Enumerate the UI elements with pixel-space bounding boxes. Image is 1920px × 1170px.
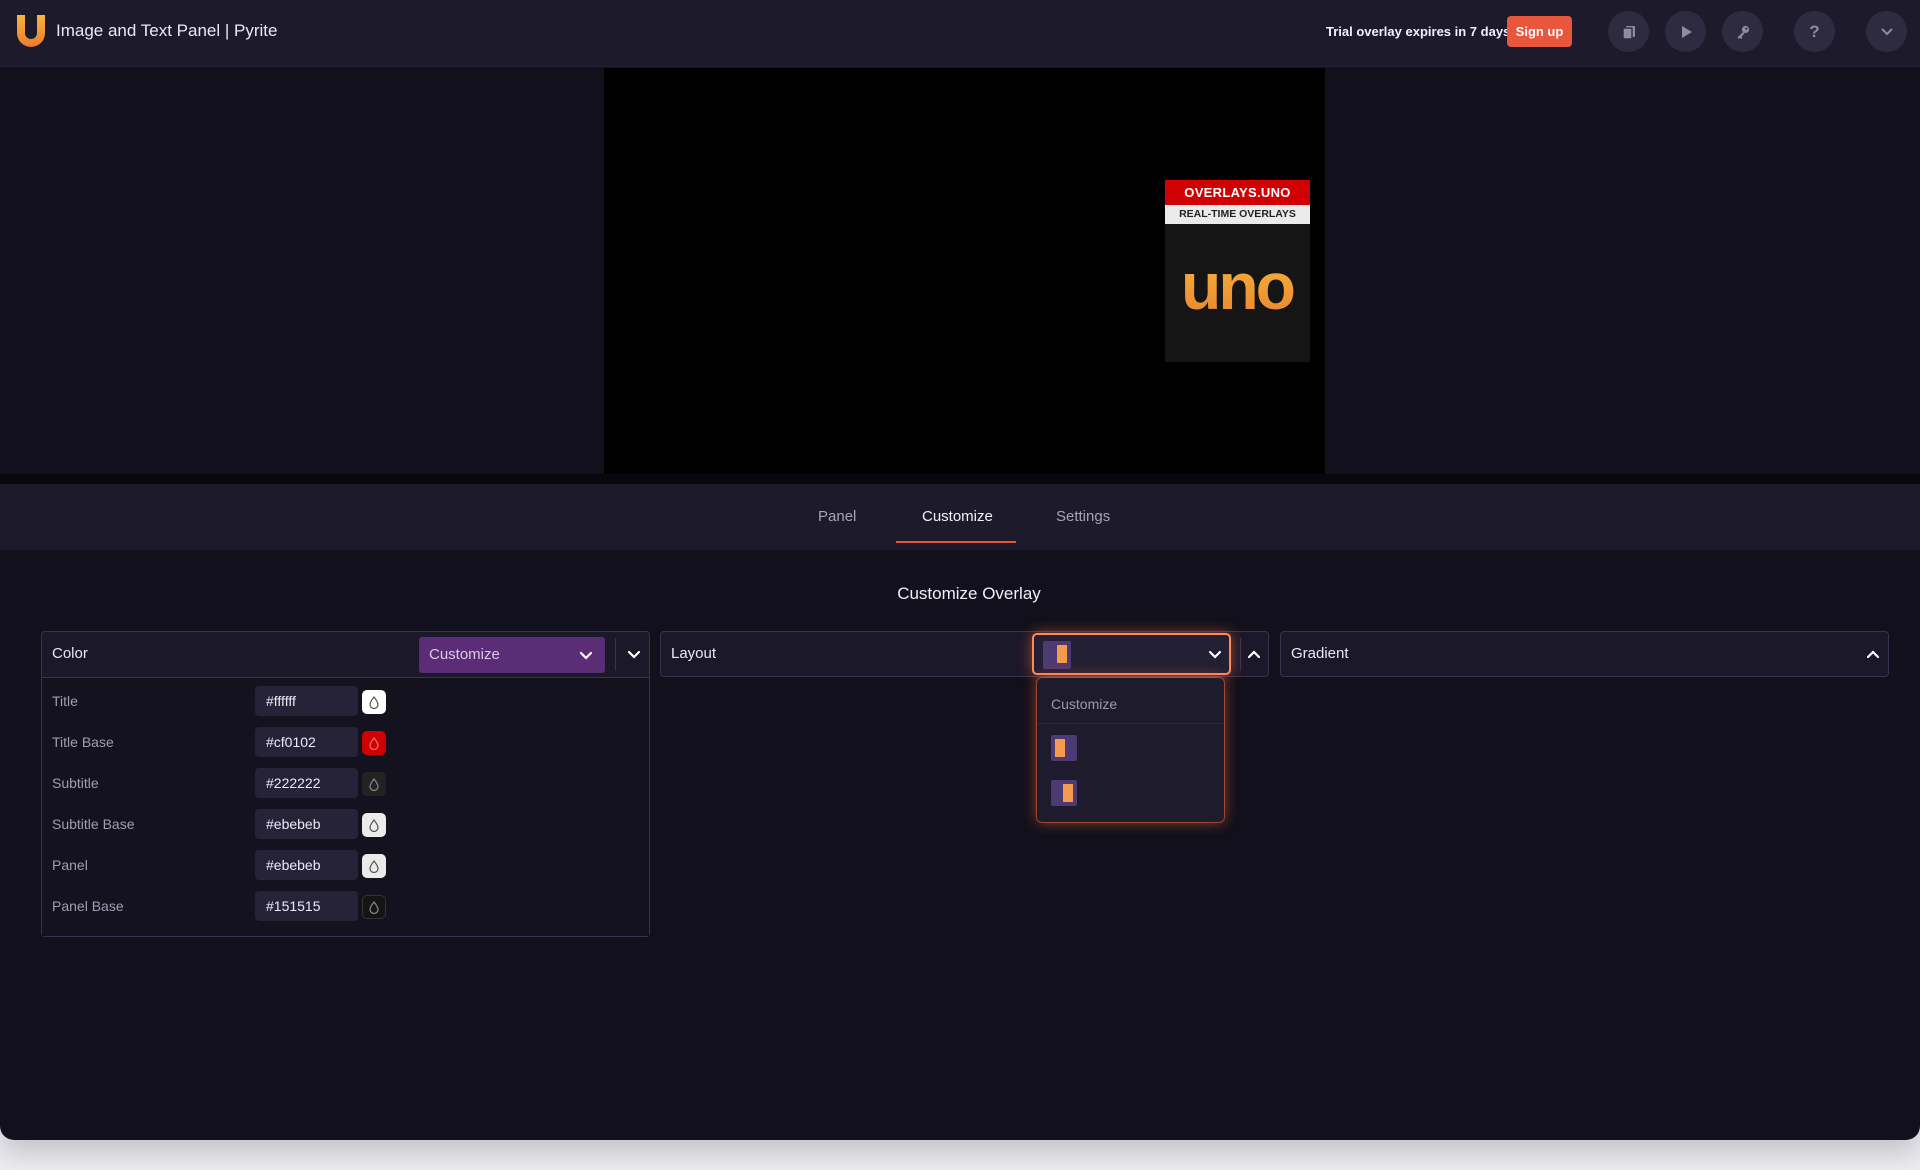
gradient-panel[interactable]: Gradient	[1280, 631, 1889, 677]
chevron-up-icon[interactable]	[1247, 650, 1261, 659]
chevron-down-icon[interactable]	[627, 650, 641, 659]
title-base-color-input[interactable]: #cf0102	[255, 727, 358, 757]
panel-base-color-input[interactable]: #151515	[255, 891, 358, 921]
tab-customize[interactable]: Customize	[922, 508, 993, 525]
preview-area: OVERLAYS.UNO REAL-TIME OVERLAYS uno	[0, 68, 1920, 474]
color-row-label: Panel	[52, 857, 88, 873]
color-swatch[interactable]	[362, 690, 386, 714]
tab-settings[interactable]: Settings	[1056, 508, 1110, 525]
color-row-title-base: Title Base #cf0102	[42, 722, 649, 763]
droplet-icon	[369, 900, 379, 914]
help-icon: ?	[1809, 21, 1820, 41]
droplet-icon	[369, 736, 379, 750]
key-button[interactable]	[1722, 11, 1763, 52]
sign-up-button[interactable]: Sign up	[1507, 16, 1572, 47]
account-menu-button[interactable]	[1866, 11, 1907, 52]
droplet-icon	[369, 695, 379, 709]
clipboard-icon	[1621, 25, 1635, 40]
layout-menu-header[interactable]: Customize	[1051, 696, 1117, 712]
color-row-label: Panel Base	[52, 898, 124, 914]
color-settings-list: Title #ffffff Title Base #cf0102 Subtitl…	[42, 677, 649, 936]
color-row-subtitle: Subtitle #222222	[42, 763, 649, 804]
color-row-label: Title Base	[52, 734, 114, 750]
droplet-icon	[369, 859, 379, 873]
uno-logo-icon[interactable]	[14, 13, 48, 47]
overlay-panel[interactable]: OVERLAYS.UNO REAL-TIME OVERLAYS uno	[1165, 180, 1310, 362]
color-row-label: Title	[52, 693, 78, 709]
color-row-title: Title #ffffff	[42, 681, 649, 722]
panel-color-input[interactable]: #ebebeb	[255, 850, 358, 880]
trial-notice: Trial overlay expires in 7 days	[1326, 24, 1511, 39]
gradient-panel-label: Gradient	[1291, 645, 1349, 662]
tab-bar: Panel Customize Settings	[0, 484, 1920, 550]
active-tab-indicator	[896, 541, 1016, 543]
color-swatch[interactable]	[362, 772, 386, 796]
layout-dropdown-menu: Customize	[1037, 678, 1224, 822]
preview-canvas: OVERLAYS.UNO REAL-TIME OVERLAYS uno	[604, 68, 1325, 474]
color-row-panel-base: Panel Base #151515	[42, 886, 649, 927]
color-swatch[interactable]	[362, 854, 386, 878]
section-title: Customize Overlay	[897, 584, 1041, 603]
top-bar: Image and Text Panel | Pyrite Trial over…	[0, 0, 1920, 67]
color-swatch[interactable]	[362, 813, 386, 837]
chevron-down-icon	[1208, 650, 1222, 659]
tab-panel[interactable]: Panel	[818, 508, 856, 525]
overlay-image-text: uno	[1181, 249, 1294, 323]
subtitle-color-input[interactable]: #222222	[255, 768, 358, 798]
overlay-image: uno	[1181, 249, 1297, 323]
title-color-input[interactable]: #ffffff	[255, 686, 358, 716]
droplet-icon	[369, 818, 379, 832]
color-panel: Color Customize Title #ffffff Title Base…	[41, 631, 650, 937]
app-window: Image and Text Panel | Pyrite Trial over…	[0, 0, 1920, 1140]
copy-button[interactable]	[1608, 11, 1649, 52]
droplet-icon	[369, 777, 379, 791]
color-row-panel: Panel #ebebeb	[42, 845, 649, 886]
help-button[interactable]: ?	[1794, 11, 1835, 52]
color-swatch[interactable]	[362, 895, 386, 919]
overlay-subtitle: REAL-TIME OVERLAYS	[1165, 205, 1310, 224]
preview-divider	[0, 474, 1920, 484]
layout-option-right-bar[interactable]	[1051, 780, 1077, 806]
color-row-subtitle-base: Subtitle Base #ebebeb	[42, 804, 649, 845]
chevron-down-icon	[579, 651, 593, 660]
color-preset-select[interactable]: Customize	[419, 637, 605, 673]
color-row-label: Subtitle	[52, 775, 99, 791]
header-divider	[615, 638, 616, 671]
play-button[interactable]	[1665, 11, 1706, 52]
overlay-title: OVERLAYS.UNO	[1165, 180, 1310, 205]
color-panel-label: Color	[52, 645, 88, 662]
color-preset-value: Customize	[429, 646, 500, 663]
app-title: Image and Text Panel | Pyrite	[56, 21, 278, 40]
menu-divider	[1037, 723, 1224, 724]
color-swatch[interactable]	[362, 731, 386, 755]
header-divider	[1240, 638, 1241, 671]
selected-layout-thumbnail	[1043, 641, 1071, 669]
chevron-up-icon[interactable]	[1866, 650, 1880, 659]
play-icon	[1681, 25, 1692, 38]
layout-panel-label: Layout	[671, 645, 717, 662]
layout-option-left-bar[interactable]	[1051, 735, 1077, 761]
key-icon	[1737, 25, 1749, 39]
layout-select[interactable]	[1032, 633, 1231, 675]
color-row-label: Subtitle Base	[52, 816, 135, 832]
chevron-down-icon	[1881, 28, 1892, 35]
color-panel-header[interactable]: Color Customize	[42, 632, 649, 677]
subtitle-base-color-input[interactable]: #ebebeb	[255, 809, 358, 839]
